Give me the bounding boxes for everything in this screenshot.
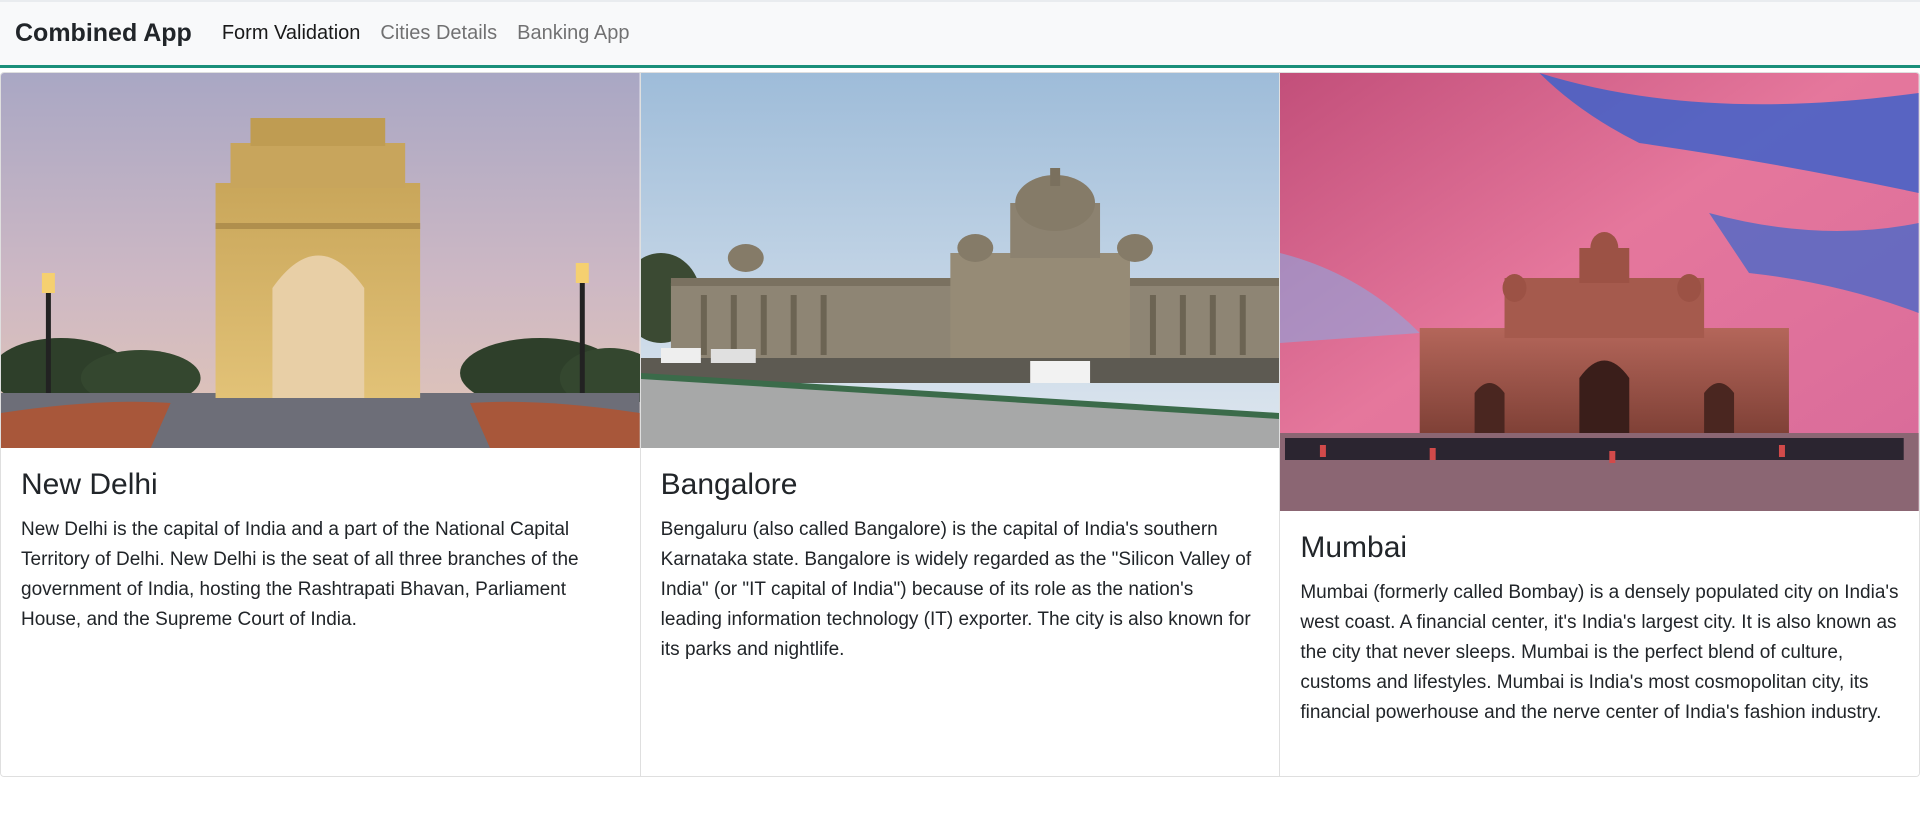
navbar: Combined App Form Validation Cities Deta… bbox=[0, 0, 1920, 68]
city-title: New Delhi bbox=[21, 468, 158, 501]
navbar-brand[interactable]: Combined App bbox=[15, 19, 192, 48]
nav-link-form-validation[interactable]: Form Validation bbox=[222, 22, 361, 45]
city-description: New Delhi is the capital of India and a … bbox=[21, 519, 579, 630]
city-card-bangalore: Bangalore Bengaluru (also called Bangalo… bbox=[640, 73, 1281, 776]
card-body: Mumbai Mumbai (formerly called Bombay) i… bbox=[1280, 511, 1919, 748]
nav-link-cities-details[interactable]: Cities Details bbox=[380, 22, 497, 45]
city-title: Bangalore bbox=[660, 468, 798, 501]
city-card-new-delhi: New Delhi New Delhi is the capital of In… bbox=[1, 73, 641, 776]
nav-link-banking-app[interactable]: Banking App bbox=[517, 22, 629, 45]
city-card-mumbai: Mumbai Mumbai (formerly called Bombay) i… bbox=[1280, 73, 1919, 776]
gateway-of-india-photo bbox=[1280, 73, 1919, 511]
vidhana-soudha-photo bbox=[640, 73, 1280, 448]
card-body: Bangalore Bengaluru (also called Bangalo… bbox=[641, 448, 1280, 685]
city-card-group: New Delhi New Delhi is the capital of In… bbox=[0, 72, 1920, 777]
city-description: Mumbai (formerly called Bombay) is a den… bbox=[1300, 582, 1899, 723]
city-description: Bengaluru (also called Bangalore) is the… bbox=[660, 519, 1252, 660]
card-body: New Delhi New Delhi is the capital of In… bbox=[1, 448, 640, 655]
city-title: Mumbai bbox=[1300, 531, 1408, 564]
india-gate-photo bbox=[1, 73, 640, 448]
